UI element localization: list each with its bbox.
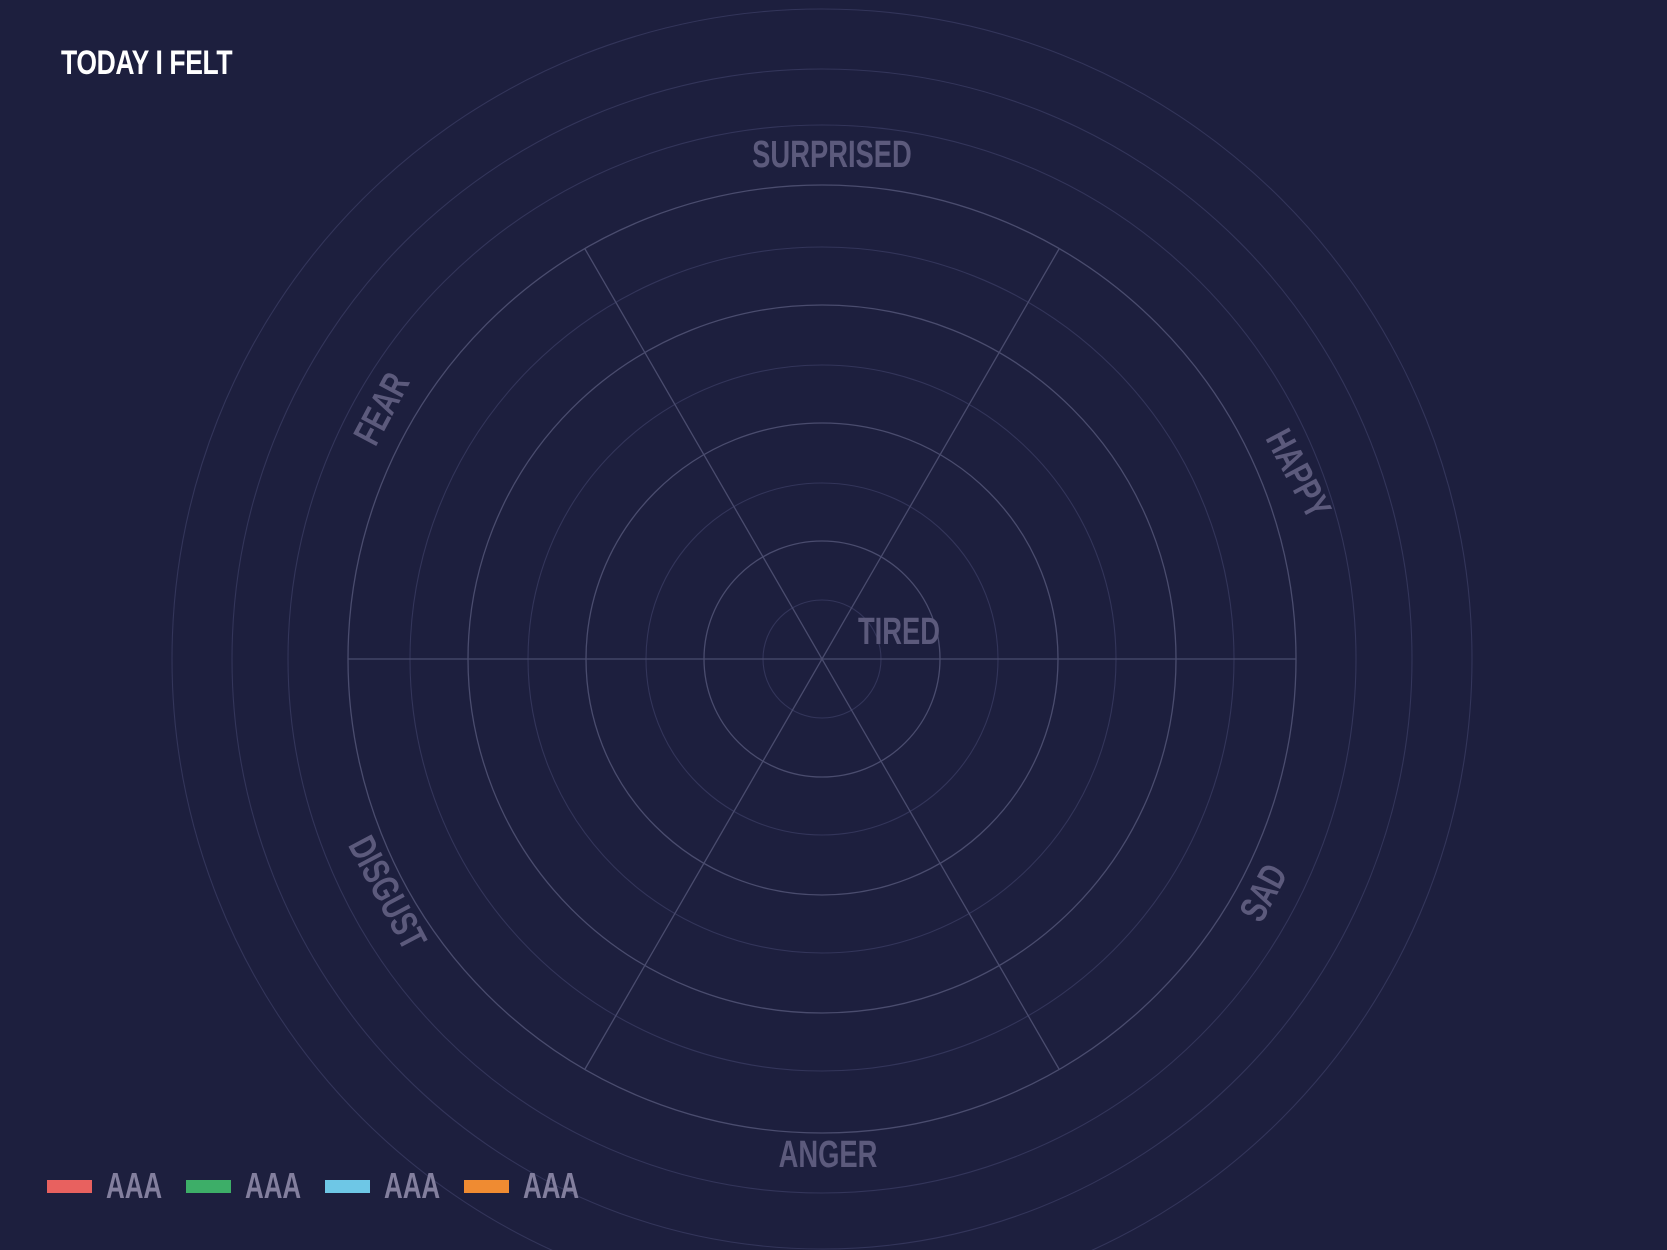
legend: AAA AAA AAA AAA (47, 1165, 603, 1207)
legend-item[interactable]: AAA (47, 1165, 162, 1207)
category-labels: SURPRISED HAPPY SAD ANGER DISGUST FEAR TIRED (339, 134, 1338, 1176)
category-label-disgust: DISGUST (339, 829, 434, 956)
category-label-tired: TIRED (858, 611, 940, 653)
category-label-happy: HAPPY (1257, 422, 1339, 525)
category-label-anger: ANGER (779, 1134, 878, 1176)
legend-item[interactable]: AAA (464, 1165, 579, 1207)
legend-swatch (325, 1179, 370, 1193)
legend-label: AAA (523, 1165, 580, 1206)
legend-label: AAA (245, 1165, 302, 1206)
legend-swatch (47, 1179, 92, 1193)
radial-emotion-chart: SURPRISED HAPPY SAD ANGER DISGUST FEAR TIRED (171, 8, 1473, 1250)
legend-swatch (464, 1179, 509, 1193)
grid-ring (171, 8, 1473, 1250)
grid-spokes (348, 248, 1296, 1070)
legend-item[interactable]: AAA (325, 1165, 440, 1207)
legend-swatch (186, 1179, 231, 1193)
category-label-surprised: SURPRISED (752, 134, 912, 176)
category-label-sad: SAD (1232, 858, 1297, 929)
legend-label: AAA (384, 1165, 441, 1206)
legend-label: AAA (106, 1165, 163, 1206)
legend-item[interactable]: AAA (186, 1165, 301, 1207)
category-label-fear: FEAR (346, 366, 418, 452)
grid-rings (171, 8, 1473, 1250)
